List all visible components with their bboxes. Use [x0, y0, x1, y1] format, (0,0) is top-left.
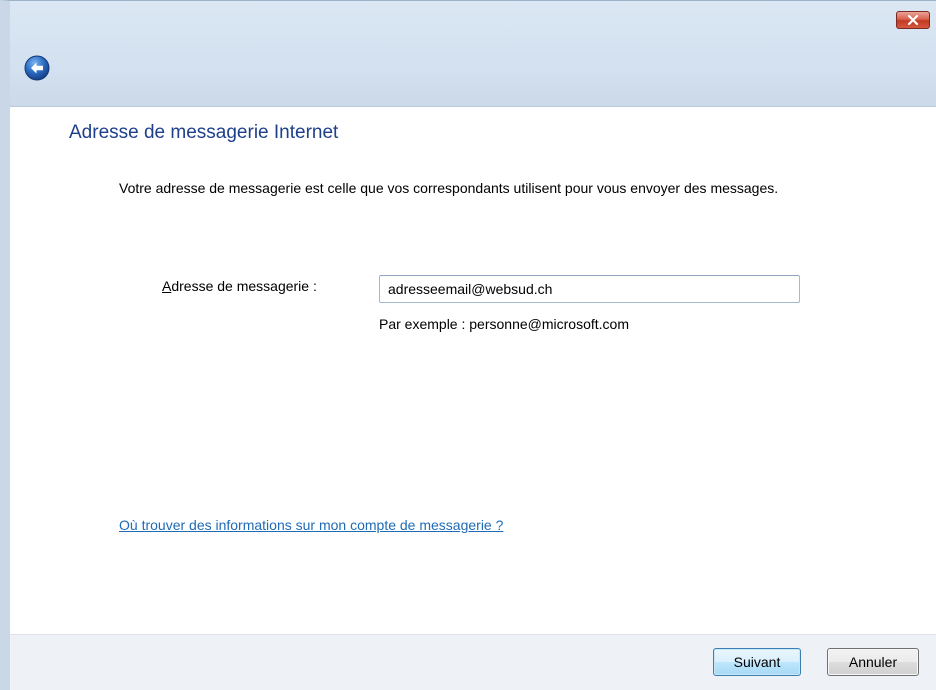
email-example-hint: Par exemple : personne@microsoft.com	[379, 316, 629, 332]
help-link[interactable]: Où trouver des informations sur mon comp…	[119, 517, 503, 533]
cancel-button[interactable]: Annuler	[827, 648, 919, 676]
next-button[interactable]: Suivant	[713, 648, 801, 676]
wizard-content: Adresse de messagerie Internet Votre adr…	[10, 107, 936, 635]
page-title: Adresse de messagerie Internet	[69, 122, 339, 143]
email-field[interactable]	[379, 275, 800, 303]
email-field-label: Adresse de messagerie :	[162, 278, 317, 294]
close-x-icon	[907, 15, 919, 25]
email-label-text: dresse de messagerie :	[171, 278, 317, 294]
close-button[interactable]	[896, 11, 930, 29]
wizard-window: Adresse de messagerie Internet Votre adr…	[0, 0, 936, 690]
button-bar: Suivant Annuler	[10, 634, 936, 690]
page-description: Votre adresse de messagerie est celle qu…	[119, 180, 779, 196]
title-bar	[10, 1, 936, 107]
back-arrow-icon	[24, 55, 50, 81]
back-button[interactable]	[24, 55, 50, 81]
email-label-accelerator: A	[162, 278, 172, 294]
